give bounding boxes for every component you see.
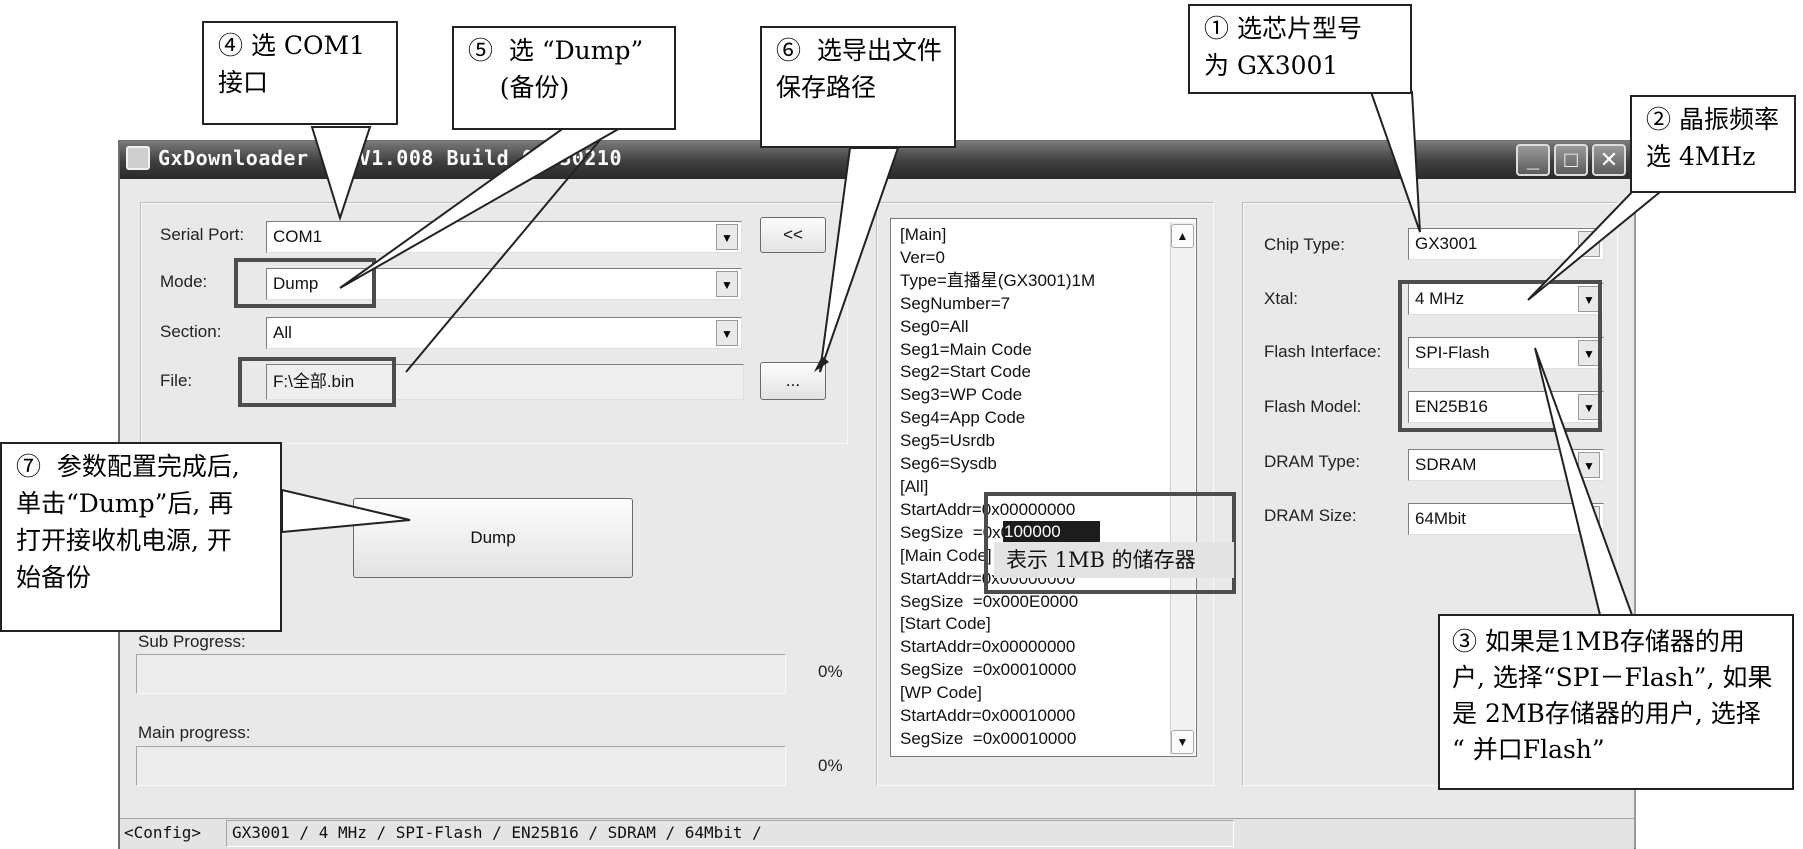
main-progress-percent: 0% [818,756,843,775]
list-line: Type=直播星(GX3001)1M [900,270,1096,290]
flash-model-label: Flash Model: [1264,397,1362,416]
chevron-down-icon[interactable]: ▼ [1578,452,1600,478]
sub-progress-percent: 0% [818,662,843,681]
list-line: Seg3=WP Code [900,385,1023,405]
list-line: [Main] [900,225,947,244]
maximize-button[interactable]: □ [1554,144,1588,176]
section-select[interactable]: All [266,317,742,349]
serial-port-select[interactable]: COM1 [266,221,742,253]
scroll-down-icon[interactable]: ▼ [1171,730,1194,754]
list-line: Seg4=App Code [900,408,1026,428]
config-list-lines: [Main] Ver=0 Type=直播星(GX3001)1M SegNumber=7… [900,224,1095,751]
list-line: SegSize =0x00010000 [900,660,1077,680]
main-progress-bar [136,746,786,786]
status-config-tag: <Config> [124,823,202,842]
chevron-down-icon[interactable]: ▼ [1578,231,1600,257]
browse-button[interactable]: ... [760,362,826,400]
list-line: Seg2=Start Code [900,362,1031,382]
list-line: Seg6=Sysdb [900,454,997,474]
callout-dump-mode: ⑤ 选 “Dump” (备份) [452,26,676,130]
chevron-down-icon[interactable]: ▼ [1578,506,1600,532]
main-progress-label: Main progress: [138,723,251,742]
chevron-down-icon[interactable]: ▼ [716,320,738,346]
dram-size-label: DRAM Size: [1264,506,1357,525]
app-icon [126,146,150,170]
chip-type-select[interactable]: GX3001 [1408,228,1604,260]
list-line: Seg1=Main Code [900,339,1032,359]
callout-chip-type: ① 选芯片型号 为 GX3001 [1188,4,1412,94]
callout-flash-interface: ③ 如果是1MB存储器的用 户, 选择“SPI－Flash”, 如果 是 2MB… [1438,614,1794,790]
chevron-down-icon[interactable]: ▼ [716,224,738,250]
close-button[interactable]: ✕ [1592,144,1626,176]
callout-file-path: ⑥ 选导出文件 保存路径 [760,26,956,148]
dram-type-label: DRAM Type: [1264,452,1361,471]
chip-type-label: Chip Type: [1264,235,1345,254]
section-label: Section: [160,322,222,341]
window-title: GxDownloader UI V1.008 Build 09030210 [158,146,623,170]
segsize-note: 表示 1MB 的储存器 [1006,548,1196,572]
list-line: [WP Code] [900,683,982,703]
file-highlight-box [238,357,396,407]
scroll-up-icon[interactable]: ▲ [1171,224,1194,248]
callout-com1: ④ 选 COM1 接口 [202,21,398,125]
xtal-label: Xtal: [1264,289,1299,308]
serial-port-label: Serial Port: [160,225,245,244]
dram-type-select[interactable]: SDRAM [1408,449,1604,481]
list-line: StartAddr=0x00010000 [900,706,1076,726]
sub-progress-bar [136,654,786,694]
list-line: SegNumber=7 [900,293,1011,313]
minimize-button[interactable]: _ [1516,144,1550,176]
list-line: Seg0=All [900,316,969,336]
chevron-down-icon[interactable]: ▼ [716,271,738,297]
list-line: [Start Code] [900,614,991,634]
callout-xtal: ② 晶振频率 选 4MHz [1630,95,1796,193]
list-line: SegSize =0x00010000 [900,728,1077,748]
list-line: Ver=0 [900,247,945,267]
sub-progress-label: Sub Progress: [138,632,246,651]
xtal-flash-highlight-box [1398,280,1602,432]
mode-label: Mode: [160,272,208,291]
callout-dump-button: ⑦ 参数配置完成后, 单击“Dump”后, 再 打开接收机电源, 开 始备份 [0,442,282,632]
list-line: StartAddr=0x00000000 [900,637,1076,657]
list-scrollbar[interactable] [1170,222,1195,755]
file-label: File: [160,371,193,390]
collapse-button[interactable]: << [760,217,826,253]
status-text: GX3001 / 4 MHz / SPI-Flash / EN25B16 / S… [232,823,762,842]
dump-button[interactable]: Dump [353,498,633,578]
flash-interface-label: Flash Interface: [1264,342,1382,361]
mode-highlight-box [234,258,376,308]
list-line: Seg5=Usrdb [900,431,995,451]
dram-size-select[interactable]: 64Mbit [1408,503,1604,535]
